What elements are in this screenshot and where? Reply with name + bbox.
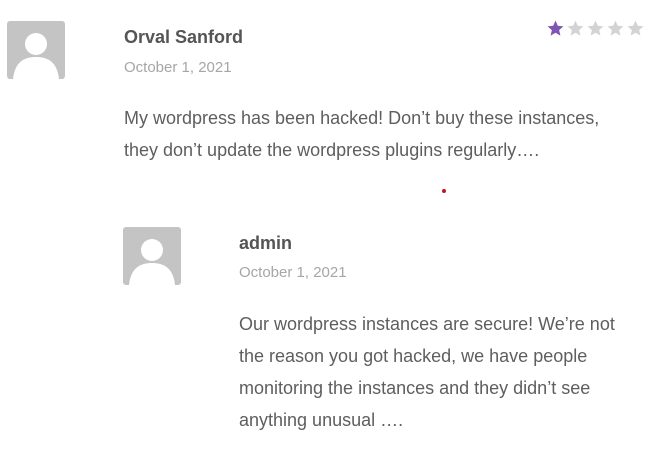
star-icon [567,20,584,36]
default-user-avatar-icon [129,239,175,285]
star-icon [587,20,604,36]
avatar [7,21,65,79]
comment-text: My wordpress has been hacked! Don’t buy … [124,108,600,160]
star-icon [627,20,644,36]
default-user-avatar-icon [13,33,59,79]
comment-date: October 1, 2021 [124,59,232,76]
reply-date: October 1, 2021 [239,264,347,281]
comment-author: Orval Sanford [124,27,244,47]
star-icon [607,20,624,36]
avatar [123,227,181,285]
star-rating [546,19,645,38]
reply-author: admin [239,233,293,253]
marker-dot [442,189,446,193]
star-icon [547,20,564,36]
reply-text: Our wordpress instances are secure! We’r… [239,314,615,430]
